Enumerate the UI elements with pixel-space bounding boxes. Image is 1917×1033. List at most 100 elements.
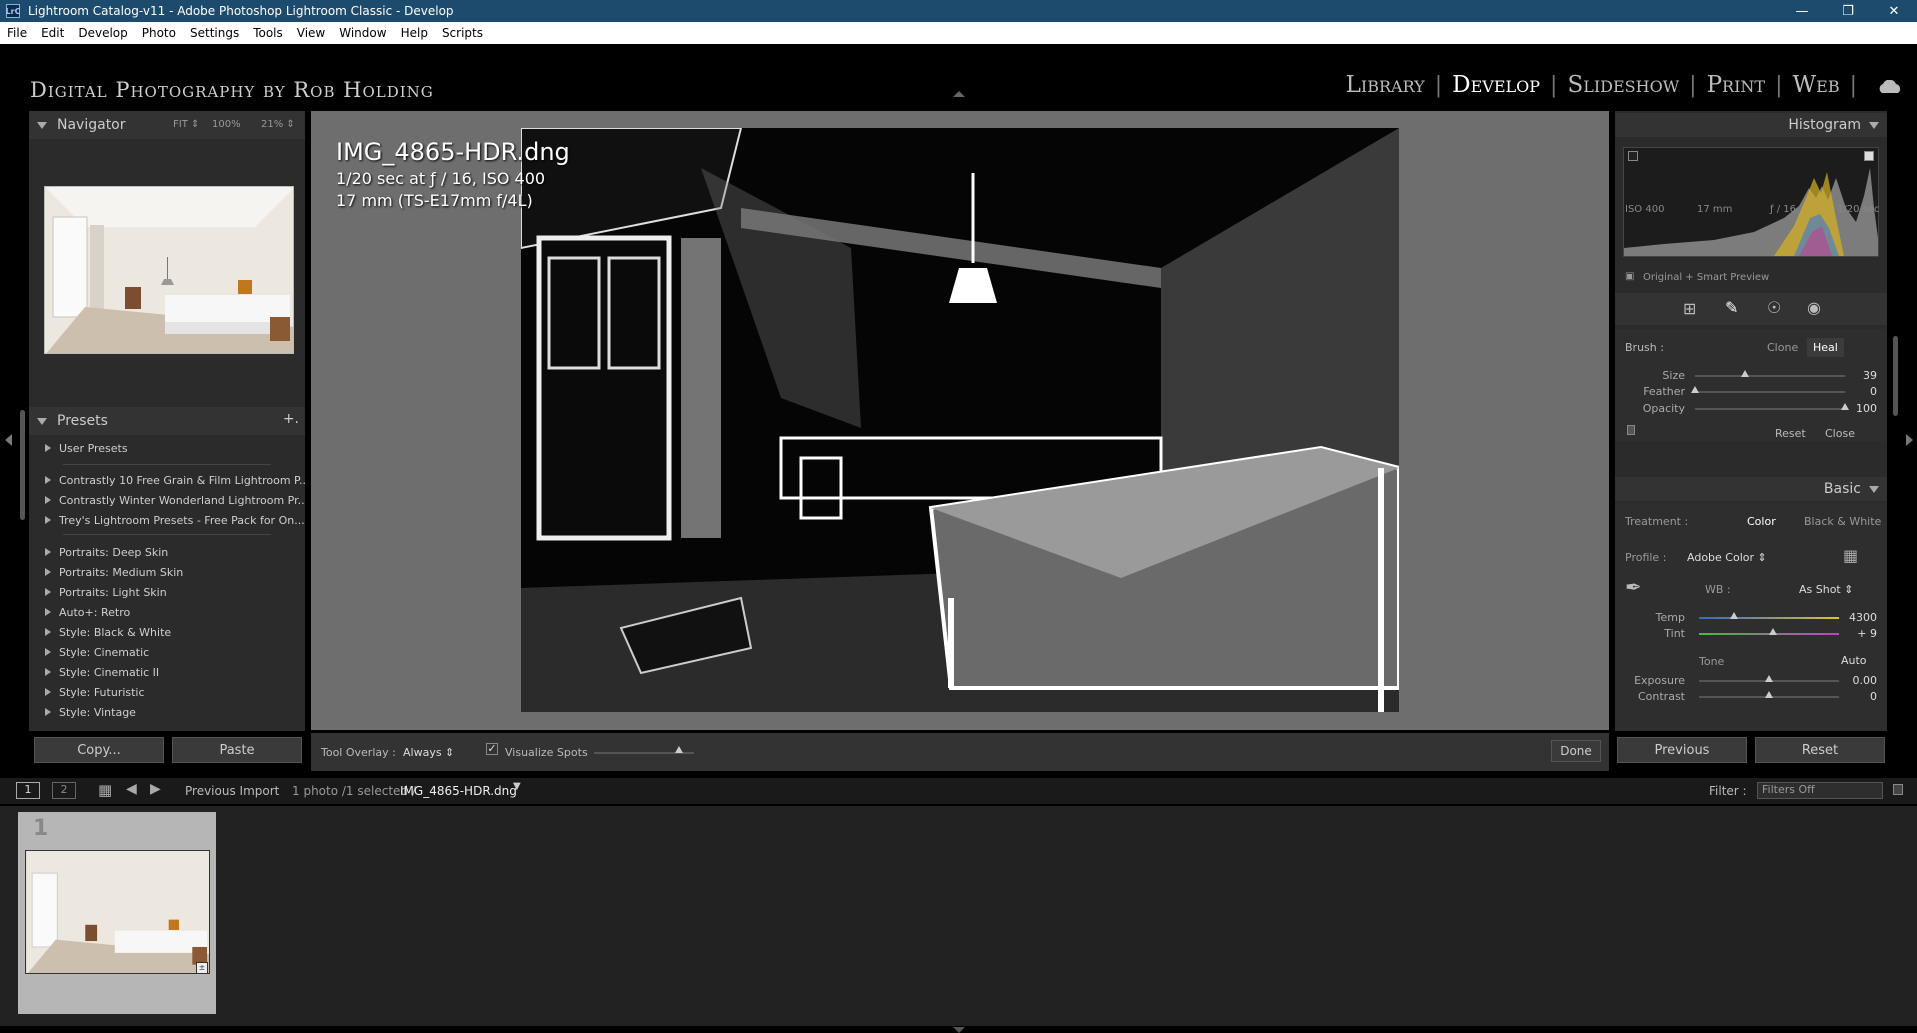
copy-settings-button[interactable]: Copy... xyxy=(34,737,164,763)
add-preset-icon[interactable]: +. xyxy=(283,411,299,427)
preset-folder[interactable]: Trey's Lightroom Presets - Free Pack for… xyxy=(45,512,305,528)
close-window-button[interactable]: ✕ xyxy=(1871,0,1917,22)
crop-tool-icon[interactable]: ⊞ xyxy=(1683,299,1696,318)
temp-value[interactable]: 4300 xyxy=(1837,611,1877,624)
done-button[interactable]: Done xyxy=(1551,740,1601,762)
module-print[interactable]: Print xyxy=(1697,72,1776,98)
shadow-clipping-toggle[interactable] xyxy=(1628,151,1638,161)
size-slider-thumb[interactable] xyxy=(1740,370,1749,377)
menu-photo[interactable]: Photo xyxy=(135,26,183,40)
feather-slider-thumb[interactable] xyxy=(1691,386,1699,393)
spot-removal-icon[interactable]: ✎ xyxy=(1725,298,1738,317)
opacity-value[interactable]: 100 xyxy=(1837,402,1877,415)
menu-edit[interactable]: Edit xyxy=(34,26,71,40)
presets-header[interactable]: Presets +. xyxy=(29,407,305,435)
exposure-slider-thumb[interactable] xyxy=(1765,675,1773,682)
module-slideshow[interactable]: Slideshow xyxy=(1557,72,1689,98)
filmstrip-source[interactable]: Previous Import xyxy=(185,784,279,798)
selected-filename[interactable]: IMG_4865-HDR.dng xyxy=(400,784,517,798)
profile-select[interactable]: Adobe Color ⇕ xyxy=(1687,551,1767,564)
spot-close-button[interactable]: Close xyxy=(1825,427,1855,440)
contrast-slider-thumb[interactable] xyxy=(1765,691,1773,698)
zoom-100[interactable]: 100% xyxy=(212,119,241,130)
visualize-spots-thumb[interactable] xyxy=(675,746,683,753)
tone-auto-button[interactable]: Auto xyxy=(1841,654,1867,667)
filter-lock-icon[interactable] xyxy=(1893,784,1903,795)
restore-button[interactable]: ❐ xyxy=(1825,0,1871,22)
filmstrip-cell[interactable]: 1 ± xyxy=(18,812,216,1014)
highlight-clipping-toggle[interactable] xyxy=(1864,151,1874,161)
preset-folder[interactable]: Contrastly 10 Free Grain & Film Lightroo… xyxy=(45,472,305,488)
collapse-left-panel-icon[interactable] xyxy=(5,434,12,446)
contrast-value[interactable]: 0 xyxy=(1837,690,1877,703)
preset-folder[interactable]: Style: Futuristic xyxy=(45,684,145,700)
size-slider[interactable] xyxy=(1695,375,1845,377)
exposure-value[interactable]: 0.00 xyxy=(1837,674,1878,687)
secondary-window-button[interactable]: 2 xyxy=(52,782,76,799)
preset-folder[interactable]: User Presets xyxy=(45,440,128,456)
red-eye-icon[interactable]: ☉ xyxy=(1767,298,1781,317)
collapse-filmstrip-icon[interactable] xyxy=(953,1027,965,1033)
zoom-fit[interactable]: FIT ⇕ xyxy=(173,119,199,130)
zoom-custom[interactable]: 21% ⇕ xyxy=(261,119,295,130)
left-panel-scrollbar[interactable] xyxy=(20,410,25,520)
menu-settings[interactable]: Settings xyxy=(183,26,246,40)
right-panel-scrollbar[interactable] xyxy=(1893,336,1898,416)
collapse-triangle-icon[interactable] xyxy=(1869,122,1879,129)
preset-folder[interactable]: Portraits: Medium Skin xyxy=(45,564,183,580)
preset-folder[interactable]: Auto+: Retro xyxy=(45,604,130,620)
size-value[interactable]: 39 xyxy=(1837,369,1877,382)
paste-settings-button[interactable]: Paste xyxy=(172,737,302,763)
collapse-triangle-icon[interactable] xyxy=(1869,486,1879,493)
wb-select[interactable]: As Shot ⇕ xyxy=(1799,583,1853,596)
back-arrow-icon[interactable]: ◀ xyxy=(126,781,137,797)
reset-button[interactable]: Reset xyxy=(1755,737,1885,763)
wb-eyedropper-icon[interactable]: ✒ xyxy=(1625,575,1642,599)
feather-value[interactable]: 0 xyxy=(1837,385,1877,398)
menu-view[interactable]: View xyxy=(290,26,332,40)
menu-tools[interactable]: Tools xyxy=(246,26,290,40)
module-web[interactable]: Web xyxy=(1783,72,1850,98)
preset-folder[interactable]: Contrastly Winter Wonderland Lightroom P… xyxy=(45,492,305,508)
feather-slider[interactable] xyxy=(1695,391,1845,393)
basic-header[interactable]: Basic xyxy=(1615,477,1887,501)
previous-button[interactable]: Previous xyxy=(1617,737,1747,763)
menu-window[interactable]: Window xyxy=(332,26,393,40)
module-develop[interactable]: Develop xyxy=(1442,72,1550,98)
treatment-color[interactable]: Color xyxy=(1747,515,1776,528)
minimize-button[interactable]: — xyxy=(1779,0,1825,22)
filename-menu-icon[interactable]: ▼ xyxy=(513,781,521,792)
collapse-top-panel-icon[interactable] xyxy=(953,91,965,97)
tool-toggle-switch[interactable] xyxy=(1627,425,1635,435)
temp-slider[interactable] xyxy=(1699,617,1839,619)
menu-scripts[interactable]: Scripts xyxy=(435,26,490,40)
main-window-button[interactable]: 1 xyxy=(16,782,40,799)
collapse-triangle-icon[interactable] xyxy=(37,417,47,425)
spot-reset-button[interactable]: Reset xyxy=(1775,427,1806,440)
preset-folder[interactable]: Portraits: Light Skin xyxy=(45,584,167,600)
navigator-preview[interactable] xyxy=(44,186,294,354)
treatment-black-white[interactable]: Black & White xyxy=(1804,515,1881,528)
filmstrip-thumbnail[interactable] xyxy=(25,850,210,974)
collapse-triangle-icon[interactable] xyxy=(37,121,47,129)
preset-folder[interactable]: Style: Vintage xyxy=(45,704,136,720)
cloud-sync-icon[interactable] xyxy=(1877,80,1903,94)
main-photo-visualize-spots[interactable] xyxy=(521,128,1399,712)
profile-browser-icon[interactable]: ▦ xyxy=(1843,546,1858,565)
collapse-right-panel-icon[interactable] xyxy=(1906,434,1913,446)
filter-select[interactable]: Filters Off xyxy=(1757,782,1883,799)
menu-help[interactable]: Help xyxy=(394,26,435,40)
masking-icon[interactable]: ◉ xyxy=(1807,298,1821,317)
preset-folder[interactable]: Style: Black & White xyxy=(45,624,171,640)
tint-slider-thumb[interactable] xyxy=(1769,628,1778,635)
tint-value[interactable]: + 9 xyxy=(1837,627,1877,640)
tool-overlay-select[interactable]: Always ⇕ xyxy=(403,746,454,759)
histogram-graph[interactable] xyxy=(1623,147,1879,257)
histogram-header[interactable]: Histogram xyxy=(1615,113,1887,137)
module-library[interactable]: Library xyxy=(1336,72,1435,98)
visualize-spots-checkbox[interactable]: ✓ xyxy=(486,743,498,755)
clone-button[interactable]: Clone xyxy=(1767,341,1798,354)
navigator-header[interactable]: Navigator FIT ⇕ 100% 21% ⇕ xyxy=(29,111,305,139)
temp-slider-thumb[interactable] xyxy=(1730,612,1738,619)
menu-file[interactable]: File xyxy=(0,26,34,40)
